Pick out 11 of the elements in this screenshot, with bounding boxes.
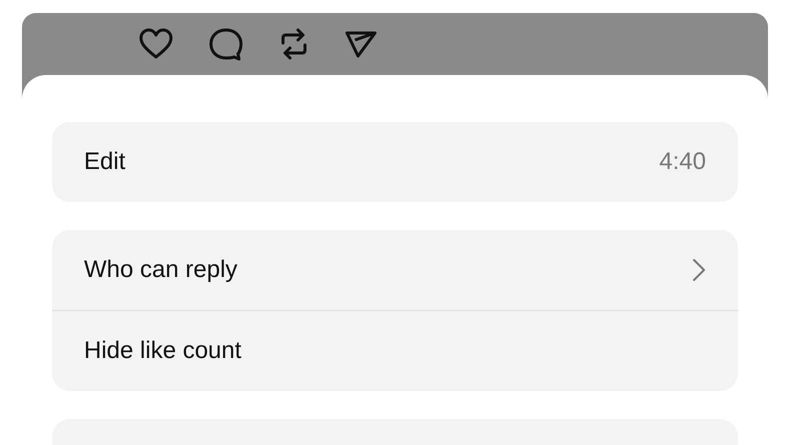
time-value: 4:40 <box>659 148 706 176</box>
menu-item[interactable]: Edit 4:40 <box>52 122 738 202</box>
heart-icon[interactable] <box>138 28 174 60</box>
menu-item-label: Who can reply <box>84 256 238 284</box>
menu-item-label: Hide like count <box>84 337 242 365</box>
menu-item[interactable]: Hide like count <box>52 310 738 391</box>
menu-item-label: Edit <box>84 148 126 176</box>
comment-icon[interactable] <box>208 27 244 61</box>
send-icon[interactable] <box>344 29 378 59</box>
menu-item[interactable]: Who can reply <box>52 230 738 310</box>
chevron-icon <box>692 258 706 282</box>
